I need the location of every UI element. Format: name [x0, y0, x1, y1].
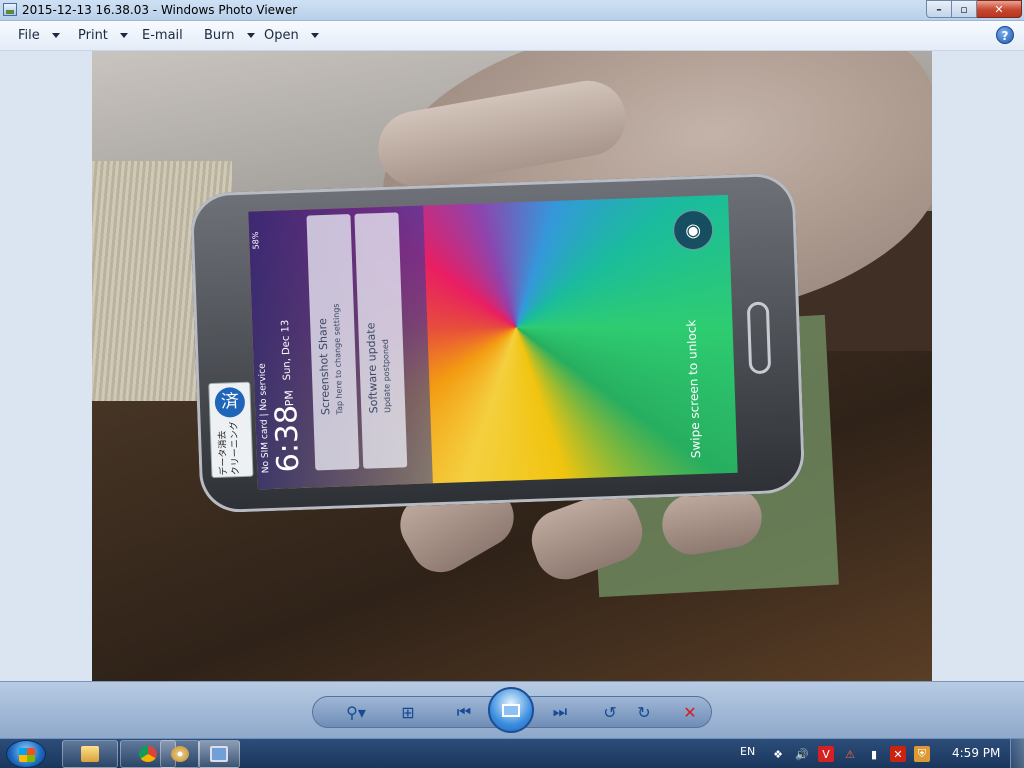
menu-file[interactable]: File	[18, 28, 60, 43]
phone-sticker: 済 データ消去 クリーニング	[208, 381, 254, 479]
displayed-photo[interactable]: No SIM card | No service 6:38 PM Sun, De…	[92, 51, 932, 681]
photo-area: No SIM card | No service 6:38 PM Sun, De…	[0, 51, 1024, 681]
delete-button[interactable]: ✕	[675, 697, 705, 727]
next-button[interactable]: ⏭	[545, 697, 575, 727]
lockscreen-ampm: PM	[282, 389, 297, 407]
menu-burn[interactable]: Burn	[204, 28, 255, 43]
menu-email[interactable]: E-mail	[142, 28, 183, 43]
notification-subtitle: Tap here to change settings	[331, 303, 345, 415]
menu-open[interactable]: Open	[264, 28, 319, 43]
file-explorer-icon	[81, 746, 99, 762]
sticker-line2: クリーニング	[229, 421, 242, 476]
unlock-hint: Swipe screen to unlock	[684, 319, 704, 459]
close-icon: ✕	[994, 2, 1004, 16]
start-button[interactable]	[6, 740, 46, 768]
help-icon[interactable]: ?	[996, 26, 1014, 44]
menu-email-label: E-mail	[142, 28, 183, 43]
notification-screenshot-share: Screenshot Share Tap here to change sett…	[306, 214, 360, 471]
minimize-icon: –	[936, 2, 942, 16]
menu-print[interactable]: Print	[78, 28, 128, 43]
photo-viewer-app-icon[interactable]	[3, 3, 17, 16]
menu-open-label: Open	[264, 28, 299, 43]
taskbar-paint[interactable]	[160, 740, 200, 768]
actual-size-button[interactable]: ⊞	[393, 697, 423, 727]
slideshow-button[interactable]	[488, 687, 534, 733]
network-alert-icon[interactable]: ⚠	[842, 746, 858, 762]
chevron-down-icon	[119, 33, 128, 38]
delete-icon: ✕	[683, 702, 697, 722]
dropbox-icon[interactable]: ❖	[770, 746, 786, 762]
language-indicator[interactable]: EN	[740, 745, 755, 758]
antivirus-icon[interactable]: V	[818, 746, 834, 762]
volume-icon[interactable]: 🔊	[794, 746, 810, 762]
flag-icon[interactable]: ✕	[890, 746, 906, 762]
menu-print-label: Print	[78, 28, 108, 43]
menu-burn-label: Burn	[204, 28, 235, 43]
paint-icon	[171, 746, 189, 762]
photo-viewer-icon	[210, 746, 228, 762]
rotate-clockwise-icon: ↻	[637, 702, 651, 722]
notification-subtitle: Update postponed	[380, 338, 393, 414]
chevron-down-icon	[246, 33, 255, 38]
close-button[interactable]: ✕	[977, 0, 1022, 18]
zoom-icon: ⚲▾	[346, 702, 366, 722]
restore-icon: ▫	[960, 2, 968, 16]
clock[interactable]: 4:59 PM	[952, 746, 1000, 760]
screen: 2015-12-13 16.38.03 - Windows Photo View…	[0, 0, 1024, 768]
previous-icon: ⏮	[456, 702, 472, 721]
chevron-down-icon	[310, 33, 319, 38]
phone-home-button	[746, 301, 772, 375]
minimize-button[interactable]: –	[926, 0, 952, 18]
signal-icon[interactable]: ▮	[866, 746, 882, 762]
previous-button[interactable]: ⏮	[449, 697, 479, 727]
rotate-counterclockwise-button[interactable]: ↺	[595, 697, 625, 727]
windows-logo-icon	[19, 748, 35, 762]
zoom-button[interactable]: ⚲▾	[339, 697, 373, 727]
menu-bar: File Print E-mail Burn Open ?	[0, 21, 1024, 51]
maximize-button[interactable]: ▫	[952, 0, 977, 18]
notification-title: Software update	[364, 322, 381, 414]
title-bar[interactable]: 2015-12-13 16.38.03 - Windows Photo View…	[0, 0, 1024, 21]
show-desktop-button[interactable]	[1010, 739, 1024, 768]
notification-software-update: Software update Update postponed	[354, 212, 408, 469]
window-title: 2015-12-13 16.38.03 - Windows Photo View…	[22, 3, 298, 17]
chrome-icon	[139, 746, 157, 762]
notification-title: Screenshot Share	[316, 318, 333, 416]
photo-phone: No SIM card | No service 6:38 PM Sun, De…	[189, 172, 806, 514]
rotate-clockwise-button[interactable]: ↻	[629, 697, 659, 727]
phone-screen: No SIM card | No service 6:38 PM Sun, De…	[248, 194, 738, 490]
camera-icon: ◉	[672, 209, 714, 251]
taskbar-photo-viewer[interactable]	[198, 740, 240, 768]
taskbar-file-explorer[interactable]	[62, 740, 118, 768]
viewer-control-bar: ⚲▾ ⊞ ⏮ ⏭ ↺ ↻ ✕	[0, 681, 1024, 738]
menu-file-label: File	[18, 28, 40, 43]
actual-size-icon: ⊞	[401, 702, 415, 722]
shield-icon[interactable]: ⛨	[914, 746, 930, 762]
chevron-down-icon	[51, 33, 60, 38]
lockscreen-date: Sun, Dec 13	[280, 319, 294, 381]
battery-status: 58%	[250, 231, 261, 250]
rotate-counterclockwise-icon: ↺	[603, 702, 617, 722]
lockscreen-time: 6:38	[269, 404, 307, 473]
taskbar: EN ❖ 🔊 V ⚠ ▮ ✕ ⛨ 4:59 PM	[0, 738, 1024, 768]
slideshow-icon	[502, 703, 520, 717]
sticker-kanji: 済	[214, 386, 246, 418]
window-controls: – ▫ ✕	[926, 0, 1022, 18]
next-icon: ⏭	[552, 702, 568, 721]
